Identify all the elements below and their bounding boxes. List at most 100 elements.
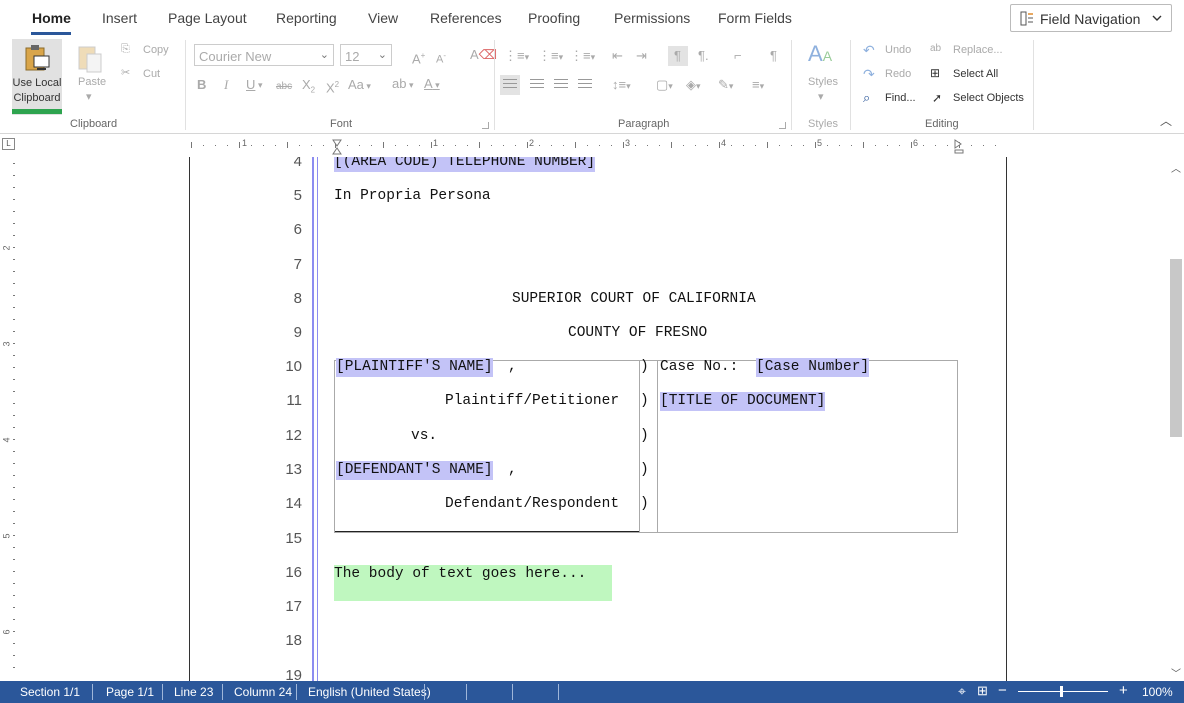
active-tab-indicator [31,32,71,35]
align-left-button[interactable] [500,75,520,95]
fit-width-icon[interactable]: ⊞ [977,683,988,699]
scrollbar-thumb[interactable] [1170,259,1182,437]
border-color-icon[interactable]: ✎▾ [718,77,733,94]
border-width-icon[interactable]: ≡▾ [752,77,764,94]
styles-icon[interactable]: AA [808,42,832,68]
line-number-rule [317,157,318,681]
font-dialog-launcher-icon[interactable] [482,122,489,129]
paragraph-marks-icon[interactable]: ¶. [698,48,709,64]
phone-number-field[interactable]: [(AREA CODE) TELEPHONE NUMBER] [334,157,596,172]
highlight-color-icon[interactable]: ab ▾ [392,76,414,93]
document-canvas[interactable]: 4 5 6 7 8 9 10 11 12 13 14 15 16 17 18 1… [24,157,1168,681]
paragraph-dialog-launcher-icon[interactable] [779,122,786,129]
undo-button[interactable]: Undo [885,44,911,56]
tab-reporting[interactable]: Reporting [276,10,337,26]
pilcrow-icon[interactable]: ¶ [770,48,777,64]
language-indicator[interactable]: English (United States) [308,685,431,699]
tab-proofing[interactable]: Proofing [528,10,580,26]
cut-button[interactable]: Cut [143,68,160,80]
align-right-icon[interactable] [554,79,568,91]
justify-icon[interactable] [578,79,592,91]
bullets-icon[interactable]: ⋮≡▾ [504,48,529,65]
use-local-clipboard-button[interactable]: Use Local Clipboard [12,39,62,115]
plaintiff-name-field[interactable]: [PLAINTIFF'S NAME] [336,358,493,377]
zoom-slider[interactable] [1018,691,1108,692]
align-center-icon[interactable] [530,79,544,91]
tab-references[interactable]: References [430,10,502,26]
document-title-field[interactable]: [TITLE OF DOCUMENT] [660,392,826,411]
font-color-icon[interactable]: A ▾ [424,76,440,93]
zoom-in-icon[interactable]: + [1119,682,1128,699]
tab-selector-icon[interactable]: L [2,138,15,150]
tab-view[interactable]: View [368,10,398,26]
page-break-icon[interactable]: ⌐ [734,48,742,64]
status-divider [512,684,513,700]
styles-button[interactable]: Styles [808,76,838,88]
tab-permissions[interactable]: Permissions [614,10,690,26]
bold-button[interactable]: B [197,77,206,93]
plaintiff-role-text: Plaintiff/Petitioner [445,393,620,409]
underline-button[interactable]: U [246,77,255,93]
select-objects-button[interactable]: Select Objects [953,92,1024,104]
group-divider [791,40,792,130]
increase-indent-icon[interactable]: ⇥ [636,48,647,64]
body-text-field[interactable]: The body of text goes here... [334,565,586,584]
vs-text: vs. [411,428,438,444]
superscript-button[interactable]: X2 [326,77,339,96]
strikethrough-button[interactable]: abc [276,79,292,95]
grow-font-icon[interactable]: A+ [412,48,425,67]
defendant-role-text: Defendant/Respondent [445,496,620,512]
select-all-button[interactable]: Select All [953,68,998,80]
scroll-down-icon[interactable]: ﹀ [1171,665,1181,680]
decrease-indent-icon[interactable]: ⇤ [612,48,623,64]
collapse-ribbon-icon[interactable]: ︿ [1160,112,1172,129]
case-number-field[interactable]: [Case Number] [756,358,870,377]
tab-insert[interactable]: Insert [102,10,137,26]
caption-bottom-rule [335,531,639,532]
caption-paren: ) [640,462,649,478]
styles-dropdown-icon[interactable]: ▾ [818,90,824,103]
vertical-scrollbar[interactable]: ︿ ﹀ [1168,157,1184,681]
borders-icon[interactable]: ▢▾ [656,77,673,94]
zoom-level[interactable]: 100% [1142,685,1173,699]
chevron-down-icon: ⌄ [377,49,387,61]
field-navigation-button[interactable]: Field Navigation [1010,4,1172,32]
defendant-name-field[interactable]: [DEFENDANT'S NAME] [336,461,493,480]
tab-home[interactable]: Home [32,10,71,26]
tab-form-fields[interactable]: Form Fields [718,10,792,26]
status-divider [162,684,163,700]
numbering-icon[interactable]: ⋮≡▾ [538,48,563,65]
redo-button[interactable]: Redo [885,68,911,80]
line-number-rule [312,157,314,681]
show-hidden-paragraph-icon[interactable]: ¶ [668,46,688,66]
line-spacing-icon[interactable]: ↕≡▾ [612,77,631,94]
font-family-select[interactable]: Courier New ⌄ [194,44,334,66]
shrink-font-icon[interactable]: A- [436,48,446,68]
zoom-slider-thumb[interactable] [1059,686,1063,697]
clear-formatting-icon[interactable]: A⌫ [470,47,497,63]
copy-button[interactable]: Copy [143,44,169,56]
subscript-button[interactable]: X2 [302,77,315,99]
replace-button[interactable]: Replace... [953,44,1003,56]
font-size-select[interactable]: 12 ⌄ [340,44,392,66]
fit-page-icon[interactable]: ⌖ [958,683,966,700]
multilevel-list-icon[interactable]: ⋮≡▾ [570,48,595,65]
zoom-out-icon[interactable]: − [998,682,1007,699]
horizontal-ruler[interactable]: L 1 1 2 3 4 5 6 [0,135,1184,157]
italic-button[interactable]: I [224,77,228,93]
subscript-label: X [302,77,311,92]
shading-icon[interactable]: ◈▾ [686,77,701,94]
underline-dropdown-icon[interactable]: ▾ [258,77,263,93]
scroll-up-icon[interactable]: ︿ [1171,160,1181,175]
document-page[interactable]: 4 5 6 7 8 9 10 11 12 13 14 15 16 17 18 1… [189,157,1007,681]
paste-dropdown-icon[interactable]: ▾ [86,90,92,103]
line-number: 17 [285,598,302,615]
line-number: 18 [285,632,302,649]
change-case-button[interactable]: Aa ▾ [348,77,371,94]
paste-button[interactable]: Paste [78,76,106,88]
tab-page-layout[interactable]: Page Layout [168,10,247,26]
clipboard-group-label: Clipboard [70,118,118,130]
find-button[interactable]: Find... [885,92,916,104]
line-number: 5 [293,187,302,204]
caption-paren: ) [640,496,649,512]
